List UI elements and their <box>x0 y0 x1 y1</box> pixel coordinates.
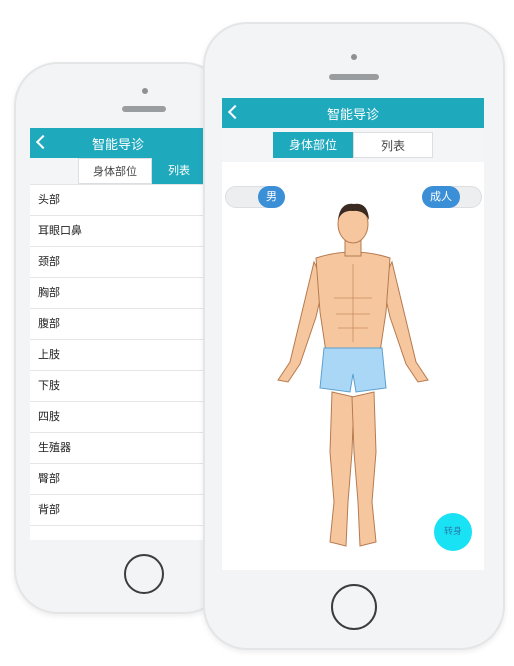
nav-title: 智能导诊 <box>326 107 379 123</box>
turn-around-label: 转身 <box>443 527 462 537</box>
segment-control: 身体部位 列表 <box>30 158 206 185</box>
right-arm <box>381 260 429 383</box>
back-arrow-icon[interactable] <box>227 104 243 120</box>
right-leg <box>351 391 377 547</box>
camera-icon <box>351 54 357 60</box>
list-item[interactable]: 胸部 <box>30 278 206 309</box>
tab-list[interactable]: 列表 <box>152 158 206 184</box>
speaker-grille <box>122 106 166 112</box>
list-item[interactable]: 腹部 <box>30 309 206 340</box>
nav-bar: 智能导诊 <box>30 128 206 158</box>
list-item[interactable]: 臀部 <box>30 464 206 495</box>
camera-icon <box>142 88 148 94</box>
list-item[interactable]: 下肢 <box>30 371 206 402</box>
body-figure[interactable] <box>268 202 438 552</box>
tab-body-parts[interactable]: 身体部位 <box>273 132 353 158</box>
nav-bar: 智能导诊 <box>222 98 484 128</box>
list-item[interactable]: 上肢 <box>30 340 206 371</box>
list-item[interactable]: 耳眼口鼻 <box>30 216 206 247</box>
speaker-grille <box>329 74 379 80</box>
turn-around-button[interactable]: 转身 <box>434 513 472 551</box>
list-item[interactable]: 头部 <box>30 185 206 216</box>
body-part-list: 头部 耳眼口鼻 颈部 胸部 腹部 上肢 下肢 四肢 生殖器 臀部 背部 <box>30 185 206 526</box>
home-button[interactable] <box>124 554 164 594</box>
tab-body-parts[interactable]: 身体部位 <box>78 158 152 184</box>
left-leg <box>329 391 355 547</box>
front-screen: 智能导诊 身体部位 列表 男 成人 转身 <box>222 98 484 570</box>
nav-title: 智能导诊 <box>91 137 144 153</box>
back-phone: 智能导诊 身体部位 列表 头部 耳眼口鼻 颈部 胸部 腹部 上肢 下肢 四肢 生… <box>14 62 228 614</box>
list-item[interactable]: 背部 <box>30 495 206 526</box>
list-item[interactable]: 四肢 <box>30 402 206 433</box>
home-button[interactable] <box>331 584 377 630</box>
back-arrow-icon[interactable] <box>35 134 51 150</box>
front-phone: 智能导诊 身体部位 列表 男 成人 转身 <box>203 22 505 650</box>
list-item[interactable]: 颈部 <box>30 247 206 278</box>
list-item[interactable]: 生殖器 <box>30 433 206 464</box>
back-screen: 智能导诊 身体部位 列表 头部 耳眼口鼻 颈部 胸部 腹部 上肢 下肢 四肢 生… <box>30 128 206 540</box>
tab-list[interactable]: 列表 <box>353 132 433 158</box>
segment-control: 身体部位 列表 <box>222 128 484 162</box>
shorts <box>319 347 387 393</box>
left-arm <box>277 260 325 383</box>
